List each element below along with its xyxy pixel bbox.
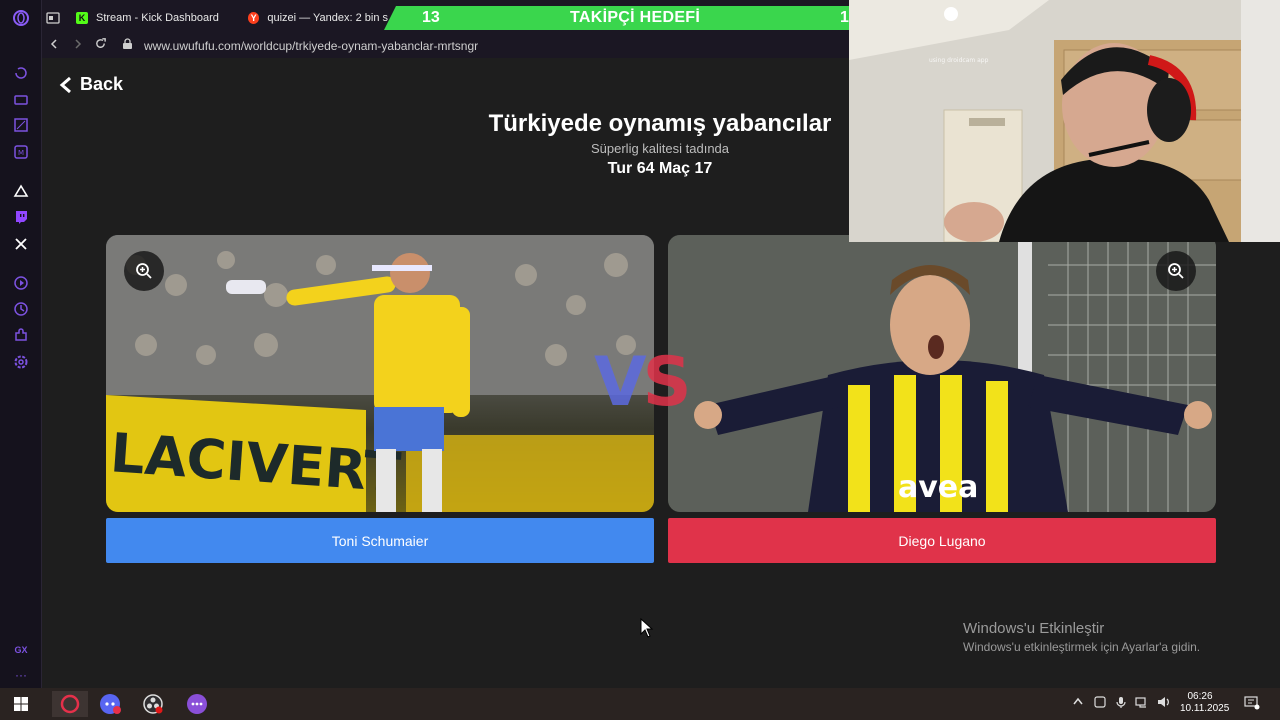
- forward-nav-icon[interactable]: [72, 37, 84, 55]
- goalkeeper-photo-illustration: LACIVERT: [106, 235, 654, 512]
- extensions-icon[interactable]: [12, 326, 30, 344]
- vs-badge: VS: [594, 343, 692, 422]
- back-label: Back: [80, 74, 124, 94]
- zoom-button-left[interactable]: [124, 251, 164, 291]
- clock-date: 10.11.2025: [1180, 703, 1230, 714]
- messenger-icon[interactable]: M: [12, 143, 30, 161]
- settings-gear-icon[interactable]: [12, 353, 30, 371]
- player-icon[interactable]: [12, 274, 30, 292]
- windows-activation-title: Windows'u Etkinleştir: [963, 620, 1105, 637]
- windows-start-icon[interactable]: [10, 693, 32, 715]
- kick-icon: K: [76, 12, 88, 24]
- goal-current-count: 13: [422, 9, 440, 26]
- back-nav-icon[interactable]: [48, 37, 60, 55]
- webcam-watermark: using droidcam app: [929, 57, 989, 64]
- opera-gx-logo-icon[interactable]: [12, 9, 30, 27]
- clock-time: 06:26: [1187, 691, 1213, 702]
- tray-chevron-up-icon[interactable]: [1072, 696, 1084, 709]
- svg-text:M: M: [18, 149, 24, 157]
- streamer-webcam: using droidcam app: [849, 0, 1280, 242]
- more-dots-icon[interactable]: ···: [12, 666, 30, 684]
- refresh-sidebar-icon[interactable]: [12, 64, 30, 82]
- goal-title: TAKİPÇİ HEDEFİ: [570, 9, 701, 26]
- svg-text:avea: avea: [898, 470, 978, 505]
- tab-yandex[interactable]: Y quizei — Yandex: 2 bin s: [248, 7, 388, 29]
- windows-activation-subtitle: Windows'u etkinleştirmek için Ayarlar'a …: [963, 640, 1201, 654]
- url-field[interactable]: www.uwufufu.com/worldcup/trkiyede-oynam-…: [144, 39, 478, 53]
- aria-icon[interactable]: [12, 182, 30, 200]
- goal-target-count: 1: [840, 9, 849, 26]
- obs-taskbar-icon[interactable]: [142, 693, 164, 715]
- yandex-icon: Y: [248, 12, 260, 24]
- right-candidate-image[interactable]: avea: [668, 235, 1216, 512]
- tab-label: Stream - Kick Dashboard: [96, 12, 219, 24]
- network-icon[interactable]: [1135, 696, 1149, 711]
- gx-label-icon[interactable]: GX: [12, 641, 30, 659]
- vs-v: V: [594, 343, 647, 422]
- microphone-icon[interactable]: [1115, 696, 1127, 712]
- chat-app-taskbar-icon[interactable]: [186, 693, 208, 715]
- windows-taskbar: 06:26 10.11.2025: [0, 688, 1280, 720]
- chevron-left-icon: [59, 76, 71, 93]
- browser-sidebar: M GX ···: [0, 0, 42, 688]
- mouse-cursor-icon: [640, 618, 654, 638]
- x-twitter-icon[interactable]: [12, 235, 30, 253]
- lock-icon[interactable]: [122, 37, 133, 55]
- address-bar: www.uwufufu.com/worldcup/trkiyede-oynam-…: [42, 34, 850, 58]
- volume-icon[interactable]: [1157, 696, 1171, 711]
- gx-control-icon[interactable]: [12, 90, 30, 108]
- tab-label: quizei — Yandex: 2 bin s: [267, 12, 388, 24]
- system-clock[interactable]: 06:26 10.11.2025: [1180, 691, 1230, 715]
- select-right-candidate-button[interactable]: Diego Lugano: [668, 518, 1216, 563]
- tab-list-icon[interactable]: [46, 7, 66, 29]
- gx-corner-icon[interactable]: [12, 116, 30, 134]
- screen: M GX ··· K Stream - Kick Dashboard Y qui…: [0, 0, 1280, 720]
- reload-icon[interactable]: [94, 37, 107, 55]
- tray-app-icon[interactable]: [1094, 696, 1106, 711]
- discord-taskbar-icon[interactable]: [99, 693, 121, 715]
- zoom-in-icon: [136, 263, 152, 279]
- vs-s: S: [642, 343, 692, 422]
- opera-gx-taskbar-icon[interactable]: [52, 691, 88, 717]
- twitch-icon[interactable]: [12, 208, 30, 226]
- follower-goal-bar: 13 TAKİPÇİ HEDEFİ 1: [384, 6, 850, 30]
- left-candidate-image[interactable]: LACIVERT: [106, 235, 654, 512]
- tab-kick-dashboard[interactable]: K Stream - Kick Dashboard: [76, 7, 236, 29]
- select-left-candidate-button[interactable]: Toni Schumaier: [106, 518, 654, 563]
- zoom-in-icon: [1168, 263, 1184, 279]
- back-button[interactable]: Back: [58, 74, 123, 95]
- history-icon[interactable]: [12, 300, 30, 318]
- webcam-scene-illustration: using droidcam app: [849, 0, 1280, 242]
- zoom-button-right[interactable]: [1156, 251, 1196, 291]
- notification-center-icon[interactable]: [1244, 696, 1260, 713]
- player-photo-illustration: avea: [668, 235, 1216, 512]
